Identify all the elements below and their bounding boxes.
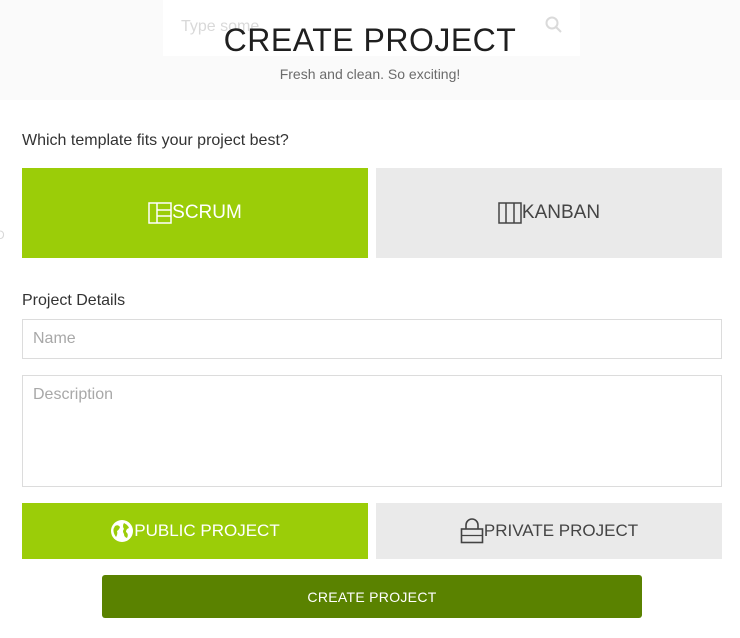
template-scrum-label: SCRUM bbox=[172, 202, 242, 223]
public-project-option[interactable]: PUBLIC PROJECT bbox=[22, 503, 368, 559]
private-project-option[interactable]: PRIVATE PROJECT bbox=[376, 503, 722, 559]
private-project-label: PRIVATE PROJECT bbox=[483, 521, 639, 540]
template-question: Which template fits your project best? bbox=[22, 132, 289, 149]
background-side-glyph: D bbox=[0, 228, 5, 242]
create-project-button[interactable]: CREATE PROJECT bbox=[102, 575, 642, 618]
scrum-board-icon bbox=[148, 202, 172, 224]
project-details-label: Project Details bbox=[22, 292, 126, 309]
template-kanban-label: KANBAN bbox=[521, 202, 601, 223]
kanban-board-icon bbox=[498, 202, 522, 224]
page-title: CREATE PROJECT bbox=[223, 22, 517, 58]
globe-icon bbox=[110, 519, 134, 543]
template-scrum-option[interactable]: SCRUM bbox=[22, 168, 368, 258]
project-name-input[interactable] bbox=[22, 319, 722, 359]
lock-icon bbox=[460, 518, 484, 544]
public-project-label: PUBLIC PROJECT bbox=[134, 521, 280, 540]
project-description-input[interactable] bbox=[22, 375, 722, 487]
page-subtitle: Fresh and clean. So exciting! bbox=[279, 66, 461, 82]
template-kanban-option[interactable]: KANBAN bbox=[376, 168, 722, 258]
